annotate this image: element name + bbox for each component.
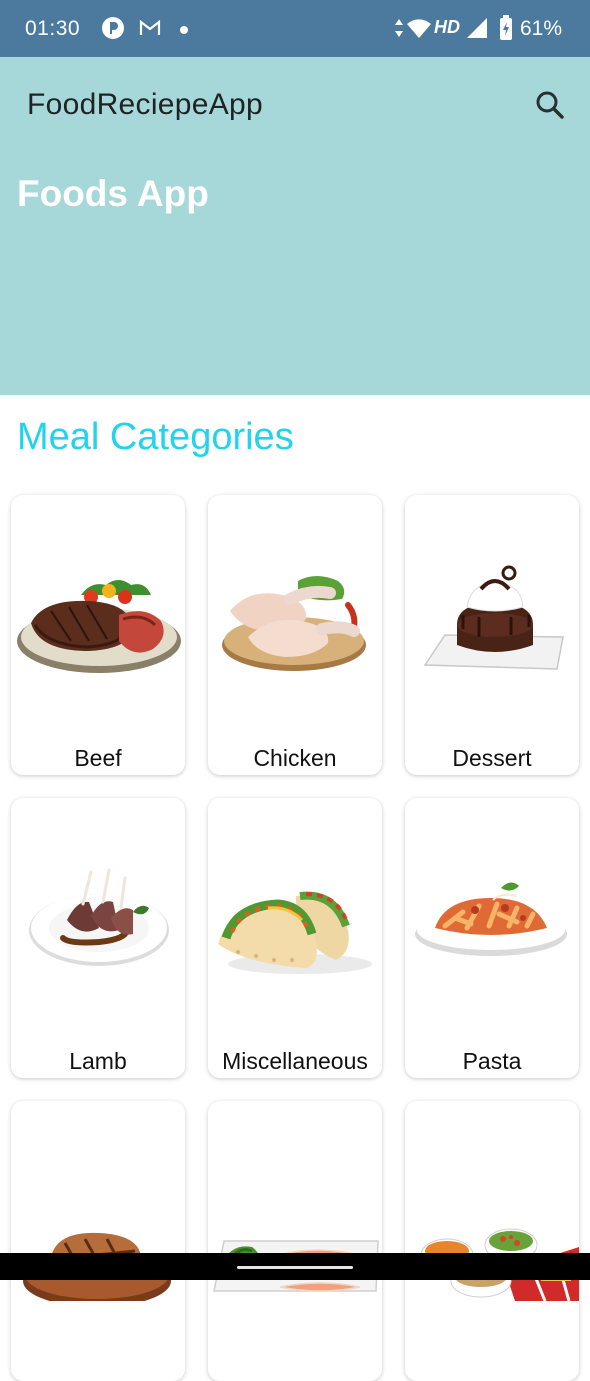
category-card-pork[interactable] — [11, 1101, 185, 1381]
page-heading: Foods App — [17, 173, 209, 214]
category-card-dessert[interactable]: Dessert — [405, 495, 579, 775]
system-navigation-bar — [0, 1253, 590, 1280]
wifi-icon — [406, 18, 432, 45]
category-card-miscellaneous[interactable]: Miscellaneous — [208, 798, 382, 1078]
data-arrows-icon — [394, 18, 404, 43]
category-card-seafood[interactable] — [208, 1101, 382, 1381]
dessert-image — [423, 565, 564, 670]
battery-charging-icon — [499, 15, 513, 46]
network-type: HD — [434, 17, 460, 37]
category-card-lamb[interactable]: Lamb — [11, 798, 185, 1078]
beef-image — [17, 580, 181, 673]
category-label: Chicken — [253, 745, 337, 771]
category-card-beef[interactable]: Beef — [11, 495, 185, 775]
app-title: FoodReciepeApp — [27, 88, 264, 121]
category-card-side[interactable] — [405, 1101, 579, 1381]
status-bar: 01:30 HD 61% — [0, 0, 590, 57]
signal-icon — [466, 17, 488, 44]
category-label: Pasta — [462, 1048, 522, 1074]
pasta-image — [415, 882, 567, 956]
status-time: 01:30 — [25, 17, 81, 40]
lamb-image — [29, 868, 169, 966]
search-icon — [536, 91, 564, 119]
dot-icon — [179, 22, 189, 40]
section-title: Meal Categories — [17, 416, 294, 458]
category-label: Lamb — [69, 1048, 127, 1074]
category-label: Dessert — [452, 745, 532, 771]
category-card-pasta[interactable]: Pasta — [405, 798, 579, 1078]
category-label: Beef — [74, 745, 122, 771]
gmail-icon — [138, 16, 162, 45]
chicken-image — [222, 576, 366, 671]
search-button[interactable] — [530, 85, 570, 125]
category-card-chicken[interactable]: Chicken — [208, 495, 382, 775]
battery-percent: 61% — [519, 17, 562, 40]
home-gesture-handle[interactable] — [237, 1266, 353, 1269]
tacos-image — [218, 891, 372, 974]
app-notification-icon — [101, 16, 125, 45]
category-label: Miscellaneous — [222, 1048, 368, 1074]
app-header: FoodReciepeApp Foods App — [0, 57, 590, 395]
